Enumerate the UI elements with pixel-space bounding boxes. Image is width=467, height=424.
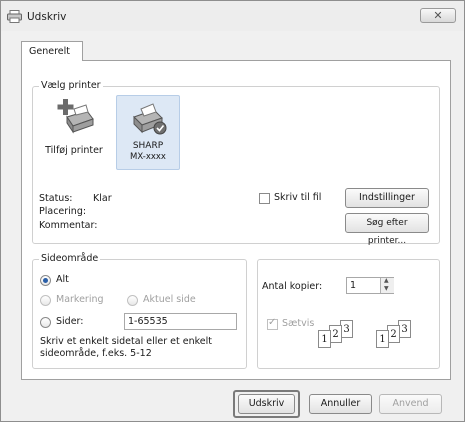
settings-button[interactable]: Indstillinger <box>345 188 429 208</box>
sharp-printer-icon <box>133 103 167 135</box>
comment-label: Kommentar: <box>39 220 98 231</box>
copies-label: Antal kopier: <box>262 281 323 292</box>
status-value: Klar <box>93 193 112 204</box>
status-label: Status: <box>39 193 73 204</box>
add-printer-label: Tilføj printer <box>45 145 103 156</box>
spinner-up-icon[interactable]: ▲ <box>384 277 389 284</box>
collate-pages-icon-2: 3 2 1 <box>376 320 426 355</box>
selection-radio[interactable] <box>40 295 51 306</box>
title-bar: Udskriv ✕ <box>1 1 464 31</box>
tab-label: Generelt <box>29 46 70 57</box>
all-radio[interactable] <box>40 275 51 286</box>
current-page-radio[interactable] <box>127 295 138 306</box>
collate-checkbox[interactable] <box>267 317 278 330</box>
add-printer-icon <box>57 99 94 134</box>
collate-page: 1 <box>318 330 331 348</box>
close-button[interactable]: ✕ <box>420 8 456 23</box>
printer-name-line2: MX-xxxx <box>130 152 166 162</box>
spinner-down-icon[interactable]: ▼ <box>384 285 389 292</box>
page-range-help-line1: Skriv et enkelt sidetal eller et enkelt <box>40 336 212 347</box>
page-range-legend: Sideområde <box>39 253 101 264</box>
tab-generelt[interactable]: Generelt <box>21 41 83 61</box>
selection-label: Markering <box>56 294 104 305</box>
print-dialog: Udskriv ✕ Generelt Vælg printer Tilføj p… <box>0 0 465 422</box>
page-range-help-line2: sideområde, f.eks. 5-12 <box>40 348 152 359</box>
page-range-group: Sideområde Alt Markering Aktuel side Sid… <box>32 253 247 369</box>
apply-button[interactable]: Anvend <box>379 394 442 414</box>
select-printer-group: Vælg printer Tilføj printer SHARP MX-xxx… <box>32 80 440 246</box>
pages-radio[interactable] <box>40 317 51 328</box>
all-label: Alt <box>56 274 69 285</box>
print-to-file-label: Skriv til fil <box>274 192 322 203</box>
print-to-file-checkbox[interactable] <box>259 193 270 204</box>
printer-item-sharp[interactable]: SHARP MX-xxxx <box>116 95 180 170</box>
current-page-label: Aktuel side <box>143 294 196 305</box>
collate-page: 1 <box>376 330 389 348</box>
close-icon: ✕ <box>433 9 443 22</box>
find-printer-button[interactable]: Søg efter printer... <box>345 213 429 246</box>
cancel-button[interactable]: Annuller <box>309 394 372 414</box>
pages-label: Sider: <box>56 316 84 327</box>
location-label: Placering: <box>39 206 87 217</box>
printer-name-line1: SHARP <box>132 141 164 151</box>
copies-spinner[interactable]: ▲ ▼ <box>380 277 394 293</box>
print-button[interactable]: Udskriv <box>238 394 295 414</box>
copies-group: Antal kopier: 1 ▲ ▼ Sætvis 3 2 1 3 2 1 <box>257 259 440 369</box>
pages-input[interactable]: 1-65535 <box>124 313 237 330</box>
collate-label: Sætvis <box>282 318 315 329</box>
tab-panel: Vælg printer Tilføj printer SHARP MX-xxx… <box>21 60 451 380</box>
printer-icon <box>7 10 22 26</box>
select-printer-legend: Vælg printer <box>39 80 103 91</box>
window-title: Udskriv <box>27 11 67 23</box>
collate-pages-icon: 3 2 1 <box>318 320 368 355</box>
add-printer-item[interactable]: Tilføj printer <box>37 95 111 165</box>
